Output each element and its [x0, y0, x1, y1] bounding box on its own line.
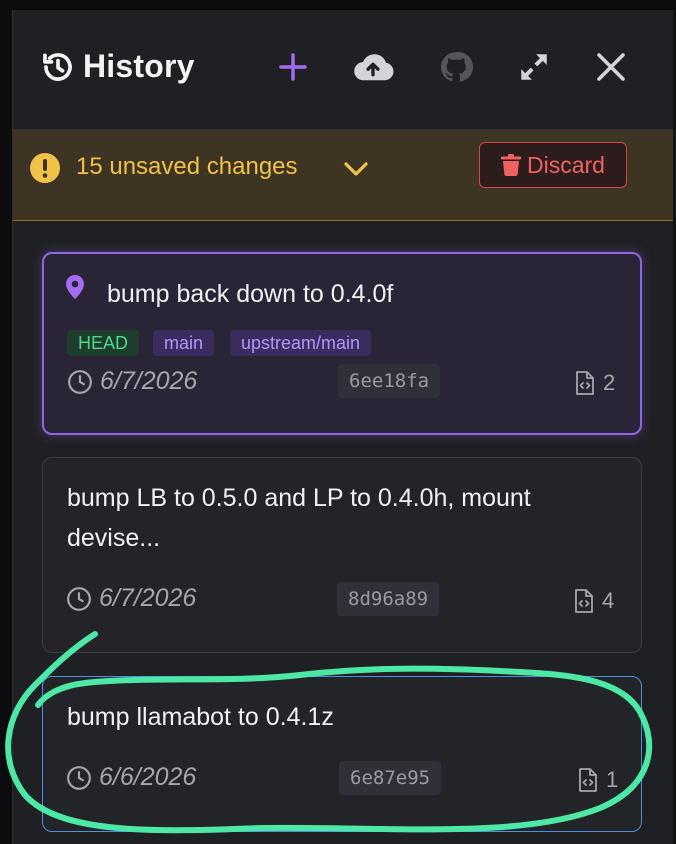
- commit-hash[interactable]: 6e87e95: [339, 761, 442, 795]
- discard-label: Discard: [527, 151, 605, 178]
- commit-date: 6/7/2026: [66, 584, 196, 613]
- commit-date-text: 6/7/2026: [100, 367, 198, 395]
- push-button[interactable]: [350, 44, 396, 90]
- panel-title-group: History: [41, 48, 195, 85]
- commit-date-text: 6/6/2026: [99, 763, 197, 791]
- commit-message: bump LB to 0.5.0 and LP to 0.4.0h, mount…: [67, 484, 531, 552]
- discard-button[interactable]: Discard: [479, 142, 627, 188]
- expand-icon: [521, 54, 547, 80]
- commit-card[interactable]: bump llamabot to 0.4.1z 6/6/2026 6e87e95…: [42, 676, 642, 832]
- window-edge-top: [0, 0, 676, 10]
- commit-card[interactable]: bump back down to 0.4.0f HEAD main upstr…: [42, 252, 642, 435]
- file-code-icon: [575, 589, 593, 613]
- window-edge-left: [0, 0, 12, 844]
- files-count-text: 4: [602, 588, 615, 613]
- commit-hash[interactable]: 8d96a89: [337, 582, 440, 616]
- tag-head[interactable]: HEAD: [67, 330, 140, 356]
- chevron-down-icon[interactable]: [341, 154, 371, 184]
- cloud-upload-icon: [354, 54, 394, 81]
- history-icon: [43, 52, 72, 81]
- commit-date: 6/7/2026: [67, 367, 197, 396]
- unsaved-changes-text: 15 unsaved changes: [76, 153, 298, 180]
- files-count-text: 2: [603, 370, 616, 395]
- close-button[interactable]: [588, 44, 634, 90]
- commit-card[interactable]: bump LB to 0.5.0 and LP to 0.4.0h, mount…: [42, 457, 642, 653]
- tag-branch-upstream-main[interactable]: upstream/main: [230, 330, 372, 356]
- changed-files-count: 4: [574, 588, 614, 614]
- tag-branch-main[interactable]: main: [153, 330, 215, 356]
- panel-title: History: [83, 48, 195, 84]
- commit-hash[interactable]: 6ee18fa: [338, 364, 441, 398]
- file-code-icon: [579, 768, 597, 792]
- plus-icon: [279, 53, 307, 81]
- clock-icon: [67, 765, 91, 790]
- clock-icon: [67, 586, 91, 611]
- commit-date: 6/6/2026: [66, 763, 196, 792]
- trash-icon: [501, 154, 522, 176]
- commit-message: bump llamabot to 0.4.1z: [67, 703, 334, 731]
- close-icon: [597, 53, 625, 81]
- commit-message: bump back down to 0.4.0f: [107, 280, 394, 308]
- warning-icon: [30, 153, 60, 183]
- github-icon: [440, 51, 473, 82]
- expand-button[interactable]: [511, 44, 557, 90]
- new-commit-button[interactable]: [270, 44, 316, 90]
- file-code-icon: [576, 371, 594, 395]
- changed-files-count: 1: [578, 767, 618, 793]
- changed-files-count: 2: [575, 370, 615, 396]
- commit-date-text: 6/7/2026: [99, 584, 197, 612]
- app-window: History 15 unsaved changes Discard bump …: [0, 0, 676, 844]
- files-count-text: 1: [606, 767, 619, 792]
- map-pin-icon: [66, 275, 84, 299]
- panel-header: History: [13, 10, 673, 130]
- clock-icon: [68, 369, 92, 394]
- github-button[interactable]: [433, 44, 479, 90]
